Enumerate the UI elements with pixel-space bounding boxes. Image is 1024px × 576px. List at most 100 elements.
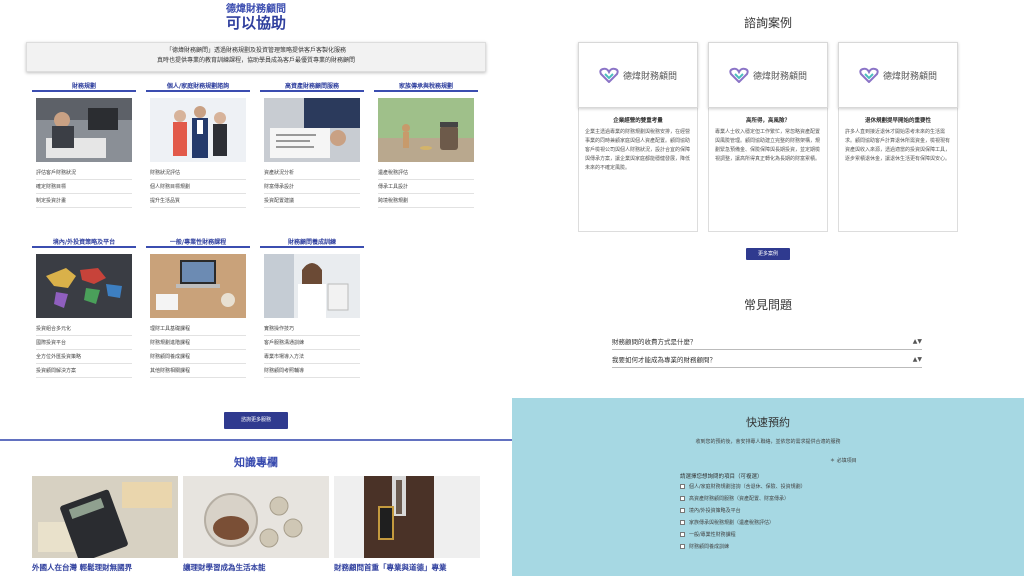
- service-link[interactable]: 投資組合多元化: [36, 322, 132, 336]
- service-card-high-asset[interactable]: 高資產財務顧問服務 資產狀況分析 財富傳承設計 投資配置建議: [260, 82, 364, 208]
- booking-option[interactable]: 一般/專業性財務課程: [680, 530, 736, 540]
- heart-logo-icon: [859, 67, 879, 83]
- service-link[interactable]: 財務狀況評估: [150, 166, 246, 180]
- checkbox[interactable]: [680, 520, 685, 525]
- case-title[interactable]: 企業經營的雙重考量: [583, 116, 693, 124]
- case-body: 專業人士收入穩定但工作繁忙，常忽略資產配置與風險管理。顧問協助建立完整的財務架構…: [715, 129, 821, 162]
- service-card-courses[interactable]: 一般/專業性財務課程 理財工具基礎課程 財務規劃進階課程 財務顧問養成課程 其他…: [146, 238, 250, 378]
- option-label[interactable]: 財務顧問養成訓練: [689, 544, 729, 550]
- expand-icon[interactable]: ▲▼: [913, 352, 922, 368]
- service-link[interactable]: 評估客戶財務狀況: [36, 166, 132, 180]
- faq-item[interactable]: 我要如何才能成為專業的財務顧問？ ▲▼: [612, 352, 922, 368]
- service-link[interactable]: 資產狀況分析: [264, 166, 360, 180]
- service-link[interactable]: 提升生活品質: [150, 194, 246, 208]
- service-link[interactable]: 遺產稅務評估: [378, 166, 474, 180]
- booking-option[interactable]: 家族傳承與稅務規劃（遺產稅務評估）: [680, 518, 774, 528]
- service-link[interactable]: 財務規劃進階課程: [150, 336, 246, 350]
- case-logo-text: 德煒財務顧問: [882, 71, 937, 82]
- service-link[interactable]: 財務顧問考照輔導: [264, 364, 360, 378]
- case-body: 企業主透過專業的財務規劃與稅務安排，在經營事業的同時兼顧家庭與個人資產配置。顧問…: [585, 129, 691, 171]
- article-card[interactable]: 財務顧問首重「專業與道德」專業: [334, 476, 480, 573]
- article-card[interactable]: 外國人在台灣 輕鬆理財無國界: [32, 476, 178, 573]
- case-title[interactable]: 高所得，高風險？: [713, 116, 823, 124]
- case-card[interactable]: 德煒財務顧問 企業經營的雙重考量 企業主透過專業的財務規劃與稅務安排，在經營事業…: [578, 42, 698, 232]
- service-card-family-legacy[interactable]: 家族傳承與稅務規劃 遺產稅務評估 傳承工具設計 跨境稅務規劃: [374, 82, 478, 208]
- article-image-businessman-book: [334, 476, 480, 558]
- heart-logo-icon: [729, 67, 749, 83]
- service-link[interactable]: 制定投資計畫: [36, 194, 132, 208]
- case-logo: 德煒財務顧問: [838, 42, 958, 108]
- option-label[interactable]: 個人/家庭財務規劃諮詢（含退休、保險、投資規劃）: [689, 484, 806, 490]
- booking-question: 請選擇您想詢問的項目（可複選）: [680, 474, 763, 480]
- service-link[interactable]: 財富傳承設計: [264, 180, 360, 194]
- case-logo-text: 德煒財務顧問: [752, 71, 807, 82]
- case-card[interactable]: 德煒財務顧問 退休規劃提早開始的重要性 許多人直到接近退休才開始思考未來的生活需…: [838, 42, 958, 232]
- service-title[interactable]: 高資產財務顧問服務: [260, 82, 364, 92]
- service-link[interactable]: 國際投資平台: [36, 336, 132, 350]
- service-title[interactable]: 個人/家庭財務規劃諮詢: [146, 82, 250, 92]
- service-title[interactable]: 財務顧問養成訓練: [260, 238, 364, 248]
- service-link[interactable]: 理財工具基礎課程: [150, 322, 246, 336]
- service-link[interactable]: 財務顧問養成課程: [150, 350, 246, 364]
- booking-title: 快速預約: [746, 416, 790, 429]
- checkbox[interactable]: [680, 496, 685, 501]
- option-label[interactable]: 境內/外投資策略及平台: [689, 508, 741, 514]
- page: 德煒財務顧問 可以協助 「德煒財務顧問」透過財務規劃及投資管理策略提供客戶客製化…: [0, 0, 1024, 576]
- article-image-coin-jar: [183, 476, 329, 558]
- section-divider: [0, 439, 512, 441]
- more-services-button[interactable]: 諮詢更多服務: [224, 412, 288, 429]
- article-title[interactable]: 讓理財學習成為生活本能: [183, 562, 329, 573]
- service-title[interactable]: 家族傳承與稅務規劃: [374, 82, 478, 92]
- faq-question[interactable]: 財務顧問的收費方式是什麼？: [612, 338, 697, 346]
- checkbox[interactable]: [680, 544, 685, 549]
- case-logo: 德煒財務顧問: [708, 42, 828, 108]
- case-logo: 德煒財務顧問: [578, 42, 698, 108]
- booking-section: 快速預約 收到您的預約後，會安排專人聯絡，並依您的需求提供合適的服務 ＊ 必填項…: [512, 398, 1024, 576]
- article-card[interactable]: 讓理財學習成為生活本能: [183, 476, 329, 573]
- checkbox[interactable]: [680, 532, 685, 537]
- checkbox[interactable]: [680, 484, 685, 489]
- booking-option[interactable]: 高資產財務顧問服務（資產配置、財富傳承）: [680, 494, 789, 504]
- service-card-investment-platform[interactable]: 境內/外投資策略及平台 投資組合多元化 國際投資平台 全方位外匯投資策略 投資顧…: [32, 238, 136, 378]
- service-image-meeting-documents: [264, 98, 360, 162]
- case-body: 許多人直到接近退休才開始思考未來的生活需求。顧問協助客戶計算退休所需資金，檢視現…: [845, 129, 951, 162]
- article-title[interactable]: 財務顧問首重「專業與道德」專業: [334, 562, 480, 573]
- article-image-calculator: [32, 476, 178, 558]
- service-title[interactable]: 一般/專業性財務課程: [146, 238, 250, 248]
- more-cases-button[interactable]: 更多案例: [746, 248, 790, 260]
- booking-option[interactable]: 個人/家庭財務規劃諮詢（含退休、保險、投資規劃）: [680, 482, 806, 492]
- service-image-office-work: [36, 98, 132, 162]
- service-link[interactable]: 跨境稅務規劃: [378, 194, 474, 208]
- service-link[interactable]: 實務操作技巧: [264, 322, 360, 336]
- section-title-cases: 諮詢案例: [743, 16, 792, 30]
- service-title[interactable]: 財務規劃: [32, 82, 136, 92]
- service-link[interactable]: 個人財務目標規劃: [150, 180, 246, 194]
- article-title[interactable]: 外國人在台灣 輕鬆理財無國界: [32, 562, 178, 573]
- service-link[interactable]: 其他財務相關課程: [150, 364, 246, 378]
- faq-question[interactable]: 我要如何才能成為專業的財務顧問？: [612, 356, 716, 364]
- booking-option[interactable]: 財務顧問養成訓練: [680, 542, 729, 552]
- expand-icon[interactable]: ▲▼: [913, 334, 922, 350]
- service-link[interactable]: 客戶服務溝通訓練: [264, 336, 360, 350]
- service-link[interactable]: 全方位外匯投資策略: [36, 350, 132, 364]
- case-card[interactable]: 德煒財務顧問 高所得，高風險？ 專業人士收入穩定但工作繁忙，常忽略資產配置與風險…: [708, 42, 828, 232]
- intro-box: 「德煒財務顧問」透過財務規劃及投資管理策略提供客戶客製化服務 真時也提供專業的教…: [26, 42, 486, 72]
- service-link[interactable]: 專業市場導入方法: [264, 350, 360, 364]
- option-label[interactable]: 高資產財務顧問服務（資產配置、財富傳承）: [689, 496, 789, 502]
- option-label[interactable]: 家族傳承與稅務規劃（遺產稅務評估）: [689, 520, 774, 526]
- service-link[interactable]: 傳承工具設計: [378, 180, 474, 194]
- service-title[interactable]: 境內/外投資策略及平台: [32, 238, 136, 248]
- option-label[interactable]: 一般/專業性財務課程: [689, 532, 736, 538]
- service-card-financial-planning[interactable]: 財務規劃 評估客戶財務狀況 確定財務目標 制定投資計畫: [32, 82, 136, 208]
- checkbox[interactable]: [680, 508, 685, 513]
- service-link[interactable]: 確定財務目標: [36, 180, 132, 194]
- intro-text-line2: 真時也提供專業的教育訓練課程，協助學員成為客戶最優質專業的財務顧問: [156, 57, 355, 64]
- case-title[interactable]: 退休規劃提早開始的重要性: [843, 116, 953, 124]
- service-link[interactable]: 投資配置建議: [264, 194, 360, 208]
- faq-item[interactable]: 財務顧問的收費方式是什麼？ ▲▼: [612, 334, 922, 350]
- service-image-desk-laptop: [150, 254, 246, 318]
- service-card-personal-family[interactable]: 個人/家庭財務規劃諮詢 財務狀況評估 個人財務目標規劃 提升生活品質: [146, 82, 250, 208]
- service-link[interactable]: 投資顧問解決方案: [36, 364, 132, 378]
- booking-option[interactable]: 境內/外投資策略及平台: [680, 506, 741, 516]
- service-card-advisor-training[interactable]: 財務顧問養成訓練 實務操作技巧 客戶服務溝通訓練 專業市場導入方法 財務顧問考照…: [260, 238, 364, 378]
